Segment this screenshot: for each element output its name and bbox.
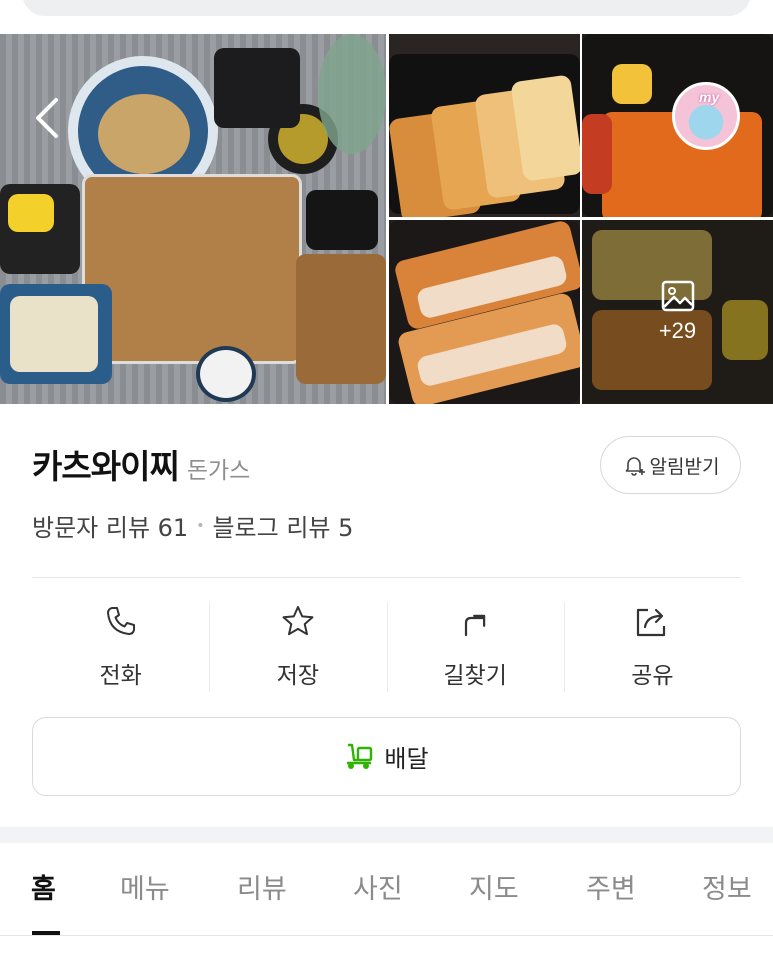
more-photos-overlay: +29 xyxy=(582,220,773,404)
delivery-button[interactable]: 배달 xyxy=(32,717,741,796)
photo-4[interactable] xyxy=(389,220,580,404)
photo-main[interactable] xyxy=(0,34,386,404)
save-label: 저장 xyxy=(276,663,320,689)
notify-label: 알림받기 xyxy=(649,455,720,478)
call-button[interactable]: 전화 xyxy=(32,600,209,694)
top-bar xyxy=(0,0,773,34)
call-label: 전화 xyxy=(99,663,142,689)
search-bar[interactable] xyxy=(22,0,751,16)
phone-icon xyxy=(106,607,135,635)
tabs-bottom-border xyxy=(0,935,773,936)
delivery-label: 배달 xyxy=(384,745,429,773)
review-summary: 방문자 리뷰 61 • 블로그 리뷰 5 xyxy=(32,508,353,543)
photo-gallery: +29 my xyxy=(0,34,773,404)
share-icon xyxy=(637,608,666,637)
bell-plus-icon xyxy=(625,457,645,476)
directions-button[interactable]: 길찾기 xyxy=(386,600,564,694)
avatar[interactable]: my xyxy=(672,82,740,150)
visitor-reviews-link[interactable]: 방문자 리뷰 61 xyxy=(32,508,188,543)
place-name: 카츠와이찌 xyxy=(32,447,180,486)
delivery-scooter-icon xyxy=(347,743,373,769)
chevron-left-icon xyxy=(36,98,58,138)
star-icon xyxy=(282,606,314,636)
photo-2[interactable] xyxy=(389,34,580,217)
share-label: 공유 xyxy=(631,663,674,689)
directions-label: 길찾기 xyxy=(443,663,507,689)
place-title-row: 카츠와이찌 돈가스 xyxy=(32,440,250,488)
avatar-label: my xyxy=(699,89,720,105)
divider xyxy=(32,577,741,578)
review-separator: • xyxy=(196,517,205,534)
tab-reviews[interactable]: 리뷰 xyxy=(237,867,287,906)
place-category: 돈가스 xyxy=(186,458,251,484)
more-photos-count: +29 xyxy=(658,318,697,343)
tab-info[interactable]: 정보 xyxy=(702,867,752,906)
section-gap xyxy=(0,827,773,843)
directions-icon xyxy=(465,614,486,637)
blog-reviews-link[interactable]: 블로그 리뷰 5 xyxy=(212,508,353,543)
tab-map[interactable]: 지도 xyxy=(469,867,519,906)
tab-menu[interactable]: 메뉴 xyxy=(120,867,170,906)
tab-bar: 홈 메뉴 리뷰 사진 지도 주변 정보 xyxy=(0,843,773,935)
notify-button[interactable]: 알림받기 xyxy=(600,436,741,494)
image-icon xyxy=(661,280,694,312)
photo-more[interactable]: +29 xyxy=(582,220,773,404)
tab-photos[interactable]: 사진 xyxy=(353,867,403,906)
back-button[interactable] xyxy=(28,94,68,142)
share-button[interactable]: 공유 xyxy=(563,600,741,694)
action-bar: 전화 저장 길찾기 공유 xyxy=(32,600,741,694)
tab-home[interactable]: 홈 xyxy=(31,867,56,906)
save-button[interactable]: 저장 xyxy=(209,600,386,694)
tab-nearby[interactable]: 주변 xyxy=(586,867,636,906)
